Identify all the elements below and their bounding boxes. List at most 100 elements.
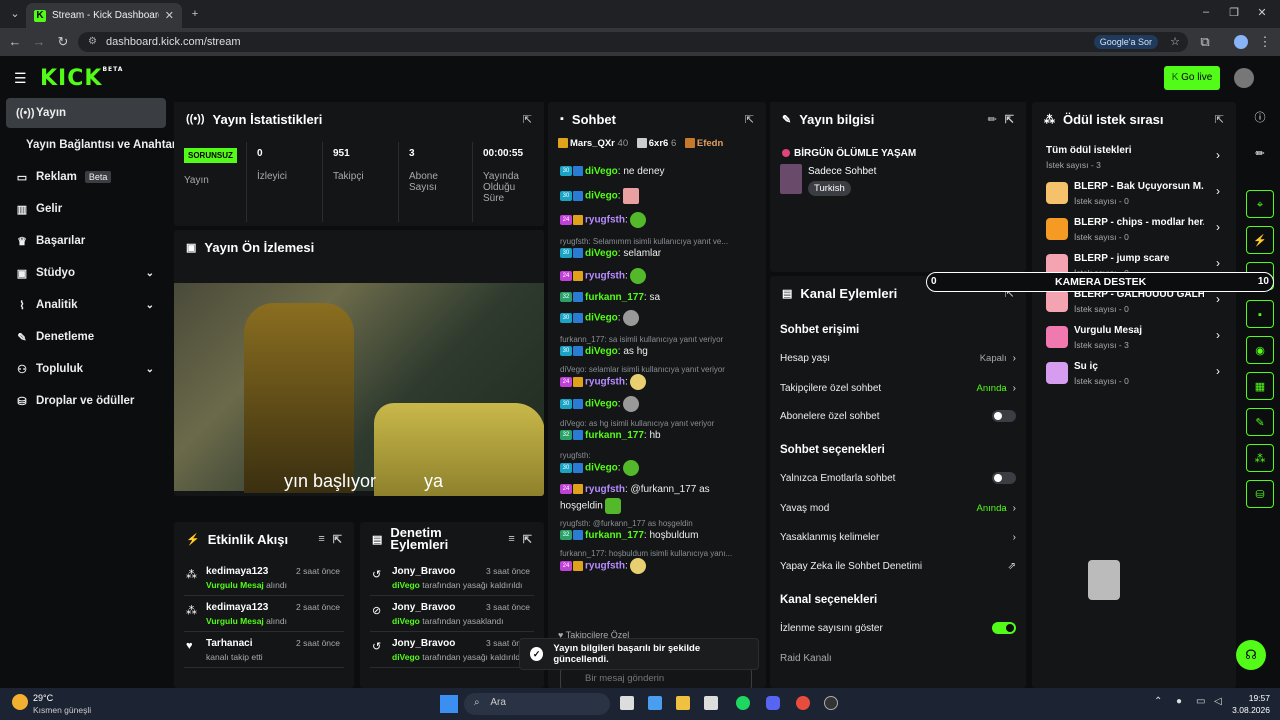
store-icon[interactable] bbox=[704, 696, 718, 710]
popout-icon[interactable]: ⇱ bbox=[1215, 113, 1224, 126]
raid-row[interactable]: Raid Kanalı bbox=[780, 644, 1016, 672]
task-view-icon[interactable] bbox=[620, 696, 634, 710]
chat-message[interactable]: 32 furkann_177: hoşbuldum bbox=[560, 530, 756, 541]
followers-only-row[interactable]: Takipçilere özel sohbet Anında › bbox=[780, 374, 1016, 402]
discord-icon[interactable] bbox=[766, 696, 780, 710]
popout-icon[interactable]: ⇱ bbox=[523, 113, 532, 126]
file-explorer-icon[interactable] bbox=[676, 696, 690, 710]
chat-user[interactable]: diVego bbox=[585, 399, 618, 410]
tab-list-icon[interactable]: ⌄ bbox=[6, 5, 24, 23]
sidebar-item-stream-key[interactable]: Yayın Bağlantısı ve Anahtarı bbox=[6, 130, 180, 160]
popout-icon[interactable]: ⇱ bbox=[1005, 113, 1014, 126]
chat-message[interactable]: 24 ryugfsth: bbox=[560, 374, 756, 394]
chat-user[interactable]: furkann_177 bbox=[585, 292, 644, 303]
emote-only-toggle[interactable] bbox=[992, 472, 1016, 484]
chat-message[interactable]: 30 diVego: selamlar bbox=[560, 248, 756, 259]
url-field[interactable]: ⚙ dashboard.kick.com/stream Google'a Sor… bbox=[78, 32, 1188, 52]
clip-icon[interactable]: ⌖ bbox=[1246, 190, 1274, 218]
chat-user[interactable]: furkann_177 bbox=[585, 530, 644, 541]
sidebar-item-gelir[interactable]: ▥ Gelir bbox=[6, 194, 166, 224]
bubbles-icon[interactable]: ⁂ bbox=[1246, 444, 1274, 472]
tray-chevron-icon[interactable]: ⌃ bbox=[1154, 696, 1162, 707]
chat-user[interactable]: diVego bbox=[585, 313, 618, 324]
copilot-icon[interactable] bbox=[648, 696, 662, 710]
chat-message[interactable]: 32 furkann_177: sa bbox=[560, 292, 756, 303]
sidebar-item-topluluk[interactable]: ⚇ Topluluk ⌄ bbox=[6, 354, 166, 384]
chat-user[interactable]: diVego bbox=[585, 191, 618, 202]
wrench-icon[interactable]: ✎ bbox=[1246, 408, 1274, 436]
bolt-icon[interactable]: ⚡ bbox=[1246, 226, 1274, 254]
sidebar-item-denetleme[interactable]: ✎ Denetleme bbox=[6, 322, 166, 352]
gifter-name[interactable]: Mars_QXr bbox=[570, 138, 615, 149]
moderation-row[interactable]: ↺ Jony_Bravoo diVego tarafından yasağı kal… bbox=[370, 632, 534, 668]
chat-user[interactable]: ryugfsth bbox=[585, 484, 625, 495]
chat-message[interactable]: 24 ryugfsth: @furkann_177 as bbox=[560, 484, 756, 495]
event-row[interactable]: ⁂ kedimaya123 Vurgulu Mesaj alındı 2 saat ö… bbox=[184, 596, 344, 632]
network-icon[interactable]: ▭ bbox=[1196, 696, 1205, 707]
reload-icon[interactable]: ↻ bbox=[54, 33, 72, 51]
reward-row[interactable]: BLERP - chips - modlar her... İstek sayıs… bbox=[1044, 214, 1224, 246]
back-icon[interactable]: ← bbox=[6, 33, 24, 51]
moderation-row[interactable]: ↺ Jony_Bravoo diVego tarafından yasağı kal… bbox=[370, 560, 534, 596]
chat-message[interactable]: 32 furkann_177: hb bbox=[560, 430, 756, 441]
popout-icon[interactable]: ⇱ bbox=[745, 113, 754, 126]
chat-message[interactable]: 24 ryugfsth: bbox=[560, 212, 756, 232]
avatar[interactable] bbox=[1234, 68, 1254, 88]
site-info-icon[interactable]: ⚙ bbox=[88, 36, 97, 47]
filter-icon[interactable]: ≡ bbox=[318, 533, 324, 545]
chat-user[interactable]: ryugfsth bbox=[585, 271, 625, 282]
reward-row[interactable]: BLERP - Bak Uçuyorsun M... İstek sayısı -… bbox=[1044, 178, 1224, 210]
chat-user[interactable]: diVego bbox=[585, 463, 618, 474]
kick-logo[interactable]: KICKBETA bbox=[40, 66, 123, 91]
close-tab-icon[interactable]: ✕ bbox=[165, 9, 174, 22]
weather-temp[interactable]: 29°C bbox=[33, 693, 53, 703]
google-sor-button[interactable]: Google'a Sor bbox=[1093, 35, 1158, 49]
popout-icon[interactable]: ⇱ bbox=[333, 533, 342, 546]
chat-message[interactable]: 30 diVego: as hg bbox=[560, 346, 756, 357]
chat-input[interactable]: Bir mesaj gönderin bbox=[560, 668, 752, 688]
spotify-icon[interactable] bbox=[736, 696, 750, 710]
chat-message[interactable]: 30 diVego: ne deney bbox=[560, 166, 756, 177]
chat-message[interactable]: 30 diVego: bbox=[560, 188, 756, 208]
info-icon[interactable]: ⓘ bbox=[1246, 104, 1274, 132]
popout-icon[interactable]: ⇱ bbox=[523, 533, 532, 546]
sidebar-item-basarilar[interactable]: ♛ Başarılar bbox=[6, 226, 166, 256]
edit-pencil-icon[interactable]: ✏ bbox=[1246, 140, 1274, 168]
sidebar-item-studyo[interactable]: ▣ Stüdyo ⌄ bbox=[6, 258, 166, 288]
minimize-icon[interactable]: – bbox=[1196, 6, 1216, 18]
chat-user[interactable]: furkann_177 bbox=[585, 430, 644, 441]
profile-icon[interactable] bbox=[1234, 35, 1248, 49]
broadcast-icon[interactable]: ◉ bbox=[1246, 336, 1274, 364]
reward-row[interactable]: Su iç İstek sayısı - 0 › bbox=[1044, 358, 1224, 390]
windows-start-icon[interactable] bbox=[440, 695, 458, 713]
gifter-name[interactable]: Efedn bbox=[697, 138, 723, 149]
support-headset-icon[interactable]: ☊ bbox=[1236, 640, 1266, 670]
chat-message[interactable]: 24 ryugfsth: bbox=[560, 268, 756, 288]
ai-mod-row[interactable]: Yapay Zeka ile Sohbet Denetimi ⇗ bbox=[780, 552, 1016, 580]
filter-icon[interactable]: ≡ bbox=[508, 533, 514, 545]
chat-message[interactable]: 30 diVego: bbox=[560, 460, 756, 480]
sidebar-item-reklam[interactable]: ▭ Reklam Beta bbox=[6, 162, 166, 192]
banned-words-row[interactable]: Yasaklanmış kelimeler › bbox=[780, 523, 1016, 551]
chat-user[interactable]: ryugfsth bbox=[585, 561, 625, 572]
chat-message[interactable]: 30 diVego: bbox=[560, 396, 756, 416]
gifter-name[interactable]: 6xr6 bbox=[649, 138, 669, 149]
chat-message[interactable]: 30 diVego: bbox=[560, 310, 756, 330]
sidebar-item-yayin[interactable]: ((•)) Yayın bbox=[6, 98, 166, 128]
hamburger-menu-icon[interactable]: ☰ bbox=[14, 70, 27, 87]
forward-icon[interactable]: → bbox=[30, 33, 48, 51]
bookmark-star-icon[interactable]: ☆ bbox=[1170, 35, 1180, 48]
chat-user[interactable]: diVego bbox=[585, 346, 618, 357]
close-window-icon[interactable]: ✕ bbox=[1252, 6, 1272, 19]
show-viewers-toggle[interactable] bbox=[992, 622, 1016, 634]
subs-only-toggle[interactable] bbox=[992, 410, 1016, 422]
reward-row[interactable]: Vurgulu Mesaj İstek sayısı - 3 › bbox=[1044, 322, 1224, 354]
go-live-button[interactable]: K Go live bbox=[1164, 66, 1220, 90]
moderation-row[interactable]: ⊘ Jony_Bravoo diVego tarafından yasaklandı… bbox=[370, 596, 534, 632]
drops-icon[interactable]: ⛁ bbox=[1246, 480, 1274, 508]
chat-message[interactable]: 24 ryugfsth: bbox=[560, 558, 756, 578]
chat-user[interactable]: ryugfsth bbox=[585, 377, 625, 388]
extensions-icon[interactable]: ⧉ bbox=[1196, 33, 1214, 51]
layout-icon[interactable]: ▦ bbox=[1246, 372, 1274, 400]
account-age-row[interactable]: Hesap yaşı Kapalı › bbox=[780, 344, 1016, 372]
